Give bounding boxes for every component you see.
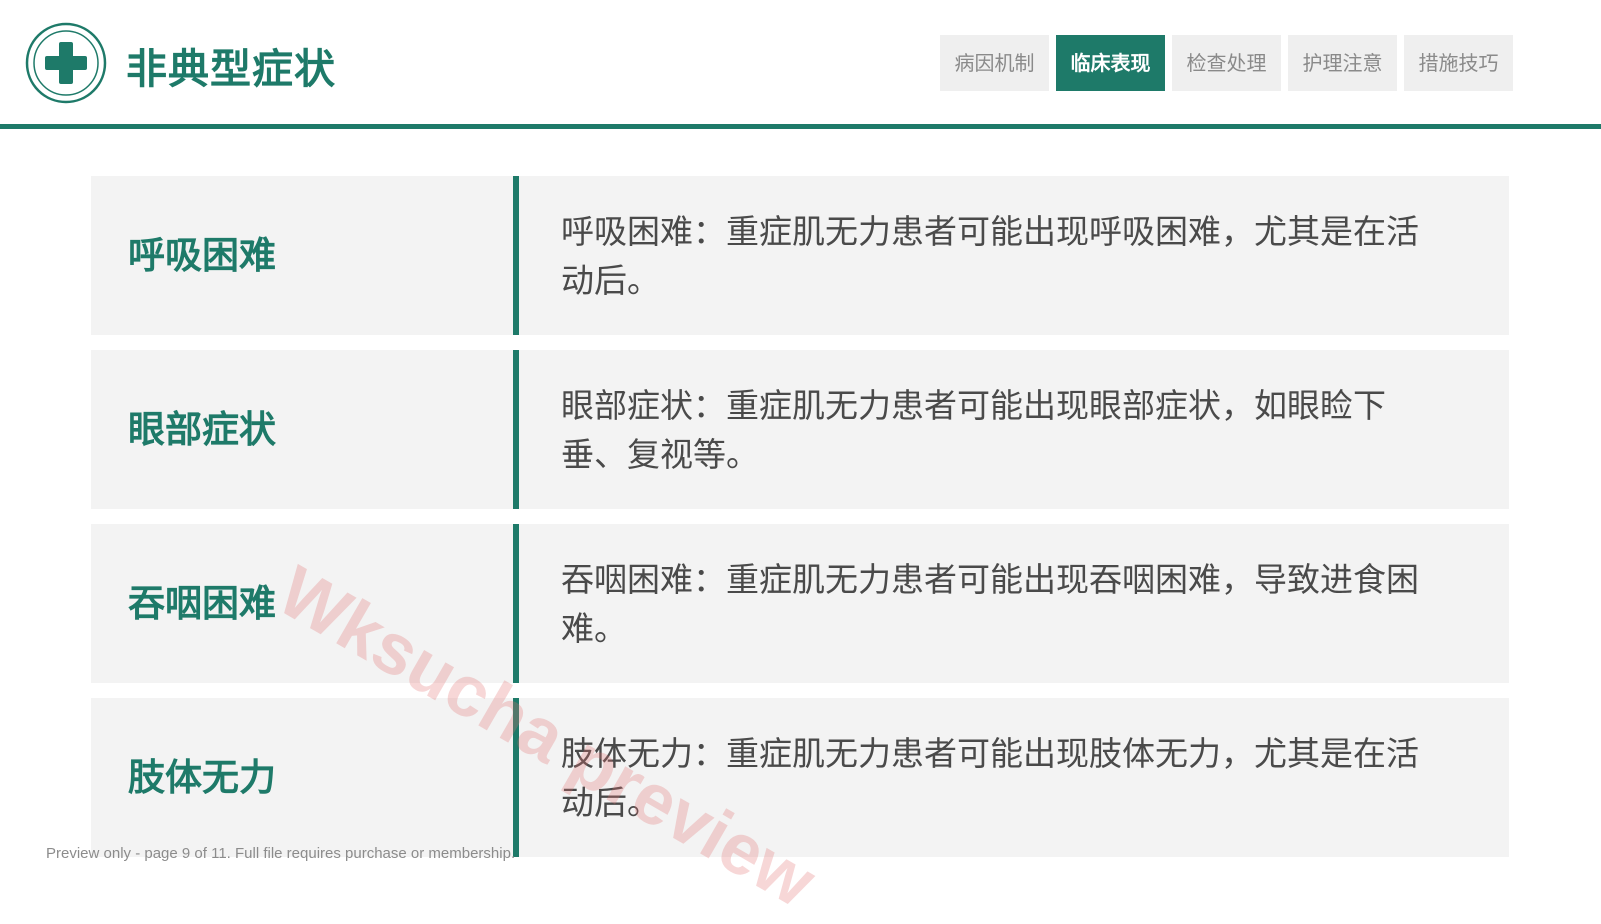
- symptom-label: 眼部症状: [128, 408, 276, 451]
- tab-etiology[interactable]: 病因机制: [940, 35, 1049, 91]
- symptom-row: 呼吸困难 呼吸困难：重症肌无力患者可能出现呼吸困难，尤其是在活动后。: [91, 176, 1509, 335]
- tab-techniques[interactable]: 措施技巧: [1404, 35, 1513, 91]
- symptom-label: 呼吸困难: [128, 234, 276, 277]
- header-divider: [0, 124, 1601, 129]
- preview-footer-note: Preview only - page 9 of 11. Full file r…: [46, 845, 516, 862]
- page-title: 非典型症状: [126, 45, 336, 93]
- tab-examination[interactable]: 检查处理: [1172, 35, 1281, 91]
- symptom-description: 呼吸困难：重症肌无力患者可能出现呼吸困难，尤其是在活动后。: [561, 211, 1419, 300]
- row-accent-bar: [513, 176, 519, 335]
- symptom-row: 吞咽困难 吞咽困难：重症肌无力患者可能出现吞咽困难，导致进食困难。: [91, 524, 1509, 683]
- symptom-label: 肢体无力: [128, 756, 276, 799]
- row-accent-bar: [513, 698, 519, 857]
- logo: [25, 22, 107, 104]
- symptom-label: 吞咽困难: [128, 582, 276, 625]
- symptom-row: 眼部症状 眼部症状：重症肌无力患者可能出现眼部症状，如眼睑下垂、复视等。: [91, 350, 1509, 509]
- symptom-description: 肢体无力：重症肌无力患者可能出现肢体无力，尤其是在活动后。: [561, 733, 1419, 822]
- symptom-description: 吞咽困难：重症肌无力患者可能出现吞咽困难，导致进食困难。: [561, 559, 1419, 648]
- medical-cross-icon: [25, 22, 107, 104]
- symptom-row: 肢体无力 肢体无力：重症肌无力患者可能出现肢体无力，尤其是在活动后。: [91, 698, 1509, 857]
- tab-bar: 病因机制 临床表现 检查处理 护理注意 措施技巧: [940, 35, 1513, 91]
- row-accent-bar: [513, 524, 519, 683]
- row-accent-bar: [513, 350, 519, 509]
- symptom-description: 眼部症状：重症肌无力患者可能出现眼部症状，如眼睑下垂、复视等。: [561, 385, 1386, 474]
- tab-clinical-manifestation[interactable]: 临床表现: [1056, 35, 1165, 91]
- tab-nursing[interactable]: 护理注意: [1288, 35, 1397, 91]
- symptom-list: 呼吸困难 呼吸困难：重症肌无力患者可能出现呼吸困难，尤其是在活动后。 眼部症状 …: [91, 176, 1509, 872]
